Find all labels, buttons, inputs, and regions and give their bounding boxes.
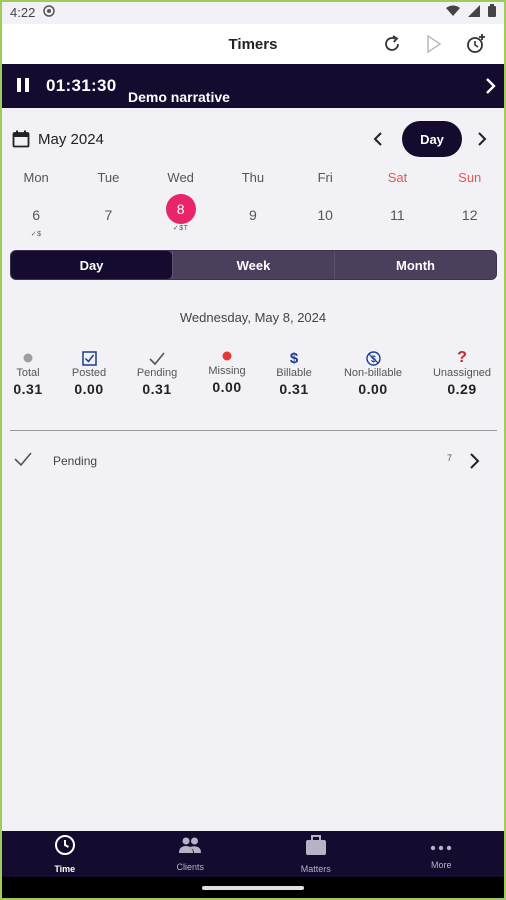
stat-value: 0.00 bbox=[358, 381, 388, 397]
day-marks: ✓$T bbox=[172, 225, 189, 232]
status-time: 4:22 bbox=[10, 4, 36, 20]
stat-pending[interactable]: Pending 0.31 bbox=[117, 350, 197, 397]
chevron-right-icon[interactable] bbox=[474, 129, 490, 154]
day-name: Thu bbox=[241, 170, 265, 185]
view-day-button[interactable]: Day bbox=[402, 121, 462, 157]
question-icon: ? bbox=[457, 349, 467, 366]
page-title: Timers bbox=[228, 35, 278, 53]
day-number: 6 bbox=[32, 207, 41, 223]
calendar-icon[interactable] bbox=[12, 130, 30, 153]
period-segmented-control: Day Week Month bbox=[10, 250, 497, 280]
active-timer-bar[interactable]: 01:31:30 Demo narrative bbox=[2, 64, 504, 108]
stat-nonbillable[interactable]: $ Non-billable 0.00 bbox=[333, 350, 413, 397]
segment-month[interactable]: Month bbox=[335, 251, 496, 279]
day-name: Wed bbox=[167, 170, 194, 185]
timer-narrative: Demo narrative bbox=[128, 89, 230, 105]
chevron-right-icon[interactable] bbox=[484, 77, 496, 100]
play-icon[interactable] bbox=[422, 32, 446, 56]
add-timer-icon[interactable] bbox=[464, 32, 488, 56]
wifi-icon bbox=[446, 5, 460, 20]
day-name: Mon bbox=[23, 170, 49, 185]
stat-billable[interactable]: $ Billable 0.31 bbox=[254, 349, 334, 398]
status-bar: 4:22 bbox=[0, 0, 506, 24]
pending-list-item[interactable]: Pending 7 bbox=[0, 446, 506, 476]
people-icon bbox=[178, 836, 202, 859]
stat-label: Non-billable bbox=[343, 367, 403, 379]
nav-time[interactable]: Time bbox=[2, 831, 128, 877]
dollar-icon: $ bbox=[289, 349, 299, 367]
day-number: 7 bbox=[104, 207, 113, 223]
nav-label: Time bbox=[54, 864, 76, 874]
nav-clients[interactable]: Clients bbox=[128, 831, 254, 877]
day-name: Sat bbox=[387, 170, 408, 185]
day-number: 9 bbox=[249, 207, 257, 223]
divider bbox=[10, 430, 497, 431]
day-mon[interactable]: Mon 6 ✓$ bbox=[0, 170, 72, 240]
selected-date-label: Wednesday, May 8, 2024 bbox=[179, 310, 327, 325]
pause-icon[interactable] bbox=[16, 76, 30, 99]
chevron-right-icon[interactable] bbox=[467, 451, 481, 476]
nav-label: More bbox=[430, 859, 452, 870]
week-strip: Mon 6 ✓$ Tue 7 Wed 8 ✓$T Thu 9 Fri 10 Sa… bbox=[0, 170, 506, 240]
refresh-icon[interactable] bbox=[380, 32, 404, 56]
day-number: 11 bbox=[390, 207, 405, 223]
day-sun[interactable]: Sun 12 bbox=[434, 170, 506, 240]
day-tue[interactable]: Tue 7 bbox=[72, 170, 144, 240]
pending-count: 7 bbox=[447, 453, 453, 463]
nav-label: Matters bbox=[300, 864, 331, 874]
gesture-handle[interactable] bbox=[202, 886, 304, 890]
no-dollar-icon: $ bbox=[333, 350, 413, 366]
day-name: Fri bbox=[317, 170, 333, 185]
nav-label: Clients bbox=[176, 862, 204, 872]
stat-value: 0.31 bbox=[279, 381, 309, 397]
day-number-selected: 8 bbox=[165, 194, 196, 224]
stat-value: 0.31 bbox=[142, 381, 172, 397]
day-fri[interactable]: Fri 10 bbox=[289, 170, 361, 240]
stat-label: Pending bbox=[136, 367, 178, 379]
pending-label: Pending bbox=[53, 454, 98, 468]
briefcase-icon bbox=[304, 834, 328, 861]
day-name: Sun bbox=[458, 170, 482, 185]
stat-value: 0.29 bbox=[447, 381, 477, 397]
checkmark-icon bbox=[117, 350, 197, 366]
stat-unassigned[interactable]: ? Unassigned 0.29 bbox=[422, 349, 502, 397]
signal-icon bbox=[468, 4, 480, 20]
day-marks: ✓$ bbox=[30, 231, 42, 238]
stat-label: Billable bbox=[276, 367, 312, 379]
chevron-left-icon[interactable] bbox=[370, 129, 386, 154]
day-number: 12 bbox=[461, 207, 478, 223]
battery-icon bbox=[488, 4, 496, 20]
clock-icon bbox=[54, 834, 76, 861]
segment-week[interactable]: Week bbox=[172, 251, 335, 279]
timer-elapsed: 01:31:30 bbox=[46, 76, 117, 95]
summary-stats: Total 0.31 Posted 0.00 Pending 0.31 Miss… bbox=[0, 346, 506, 402]
checkmark-icon bbox=[14, 451, 32, 472]
nav-more[interactable]: More bbox=[379, 831, 505, 877]
app-bar: Timers bbox=[0, 24, 506, 64]
day-name: Tue bbox=[97, 170, 120, 185]
day-wed[interactable]: Wed 8 ✓$T bbox=[145, 170, 217, 240]
day-sat[interactable]: Sat 11 bbox=[361, 170, 433, 240]
segment-day[interactable]: Day bbox=[11, 251, 172, 279]
more-dots-icon bbox=[430, 839, 452, 857]
stat-label: Unassigned bbox=[432, 367, 492, 379]
date-navigation: May 2024 Day bbox=[0, 120, 506, 160]
nav-matters[interactable]: Matters bbox=[253, 831, 379, 877]
gesture-bar bbox=[0, 877, 506, 900]
day-number: 10 bbox=[317, 207, 333, 223]
notification-icon bbox=[43, 4, 56, 20]
bottom-navigation: Time Clients Matters More bbox=[2, 831, 504, 877]
month-label[interactable]: May 2024 bbox=[38, 131, 104, 148]
day-thu[interactable]: Thu 9 bbox=[217, 170, 289, 240]
